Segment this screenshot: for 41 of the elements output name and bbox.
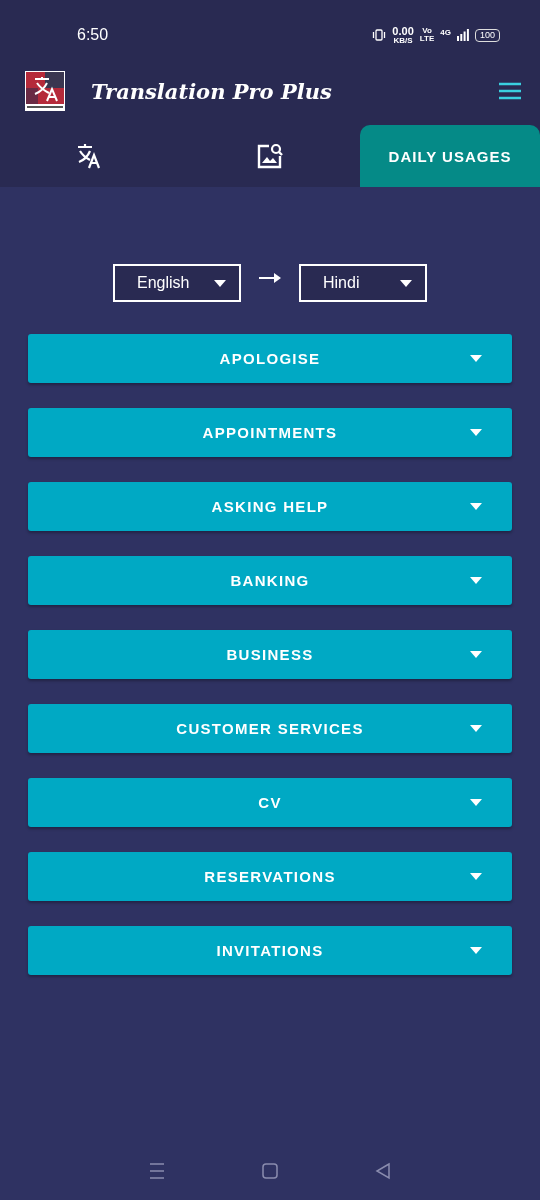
expand-caret-icon: [470, 429, 482, 436]
category-accordion[interactable]: APOLOGISE: [28, 334, 512, 383]
lte-label: LTE: [419, 35, 435, 43]
source-language-dropdown[interactable]: English: [113, 264, 241, 302]
menu-icon: [498, 82, 522, 100]
menu-button[interactable]: [498, 82, 522, 100]
daily-usages-tab[interactable]: DAILY USAGES: [360, 125, 540, 187]
target-language-dropdown[interactable]: Hindi: [299, 264, 427, 302]
volte-label: Vo: [422, 27, 432, 35]
app-title: Translation Pro Plus: [91, 78, 333, 104]
dropdown-caret-icon: [214, 279, 226, 287]
vibrate-icon: [372, 29, 387, 41]
category-accordion[interactable]: CUSTOMER SERVICES: [28, 704, 512, 753]
category-accordion[interactable]: INVITATIONS: [28, 926, 512, 975]
category-accordion[interactable]: RESERVATIONS: [28, 852, 512, 901]
category-accordion[interactable]: CV: [28, 778, 512, 827]
category-accordion[interactable]: BANKING: [28, 556, 512, 605]
speed-value: 0.00: [392, 25, 414, 37]
battery-level: 100: [474, 28, 500, 42]
logo-icon: [25, 71, 65, 111]
image-search-icon: [256, 142, 284, 170]
expand-caret-icon: [470, 799, 482, 806]
expand-caret-icon: [470, 577, 482, 584]
expand-caret-icon: [470, 355, 482, 362]
signal-icon: [456, 29, 469, 41]
arrow-right-icon: [259, 273, 281, 283]
expand-caret-icon: [470, 873, 482, 880]
back-icon[interactable]: [374, 1162, 393, 1180]
speed-unit: KB/S: [393, 36, 413, 45]
category-accordion[interactable]: ASKING HELP: [28, 482, 512, 531]
expand-caret-icon: [470, 725, 482, 732]
recent-apps-icon[interactable]: [147, 1162, 166, 1180]
status-time: 6:50: [77, 26, 109, 44]
network-label: 4G: [440, 27, 451, 37]
expand-caret-icon: [470, 503, 482, 510]
home-icon[interactable]: [261, 1162, 279, 1180]
category-accordion[interactable]: APPOINTMENTS: [28, 408, 512, 457]
category-accordion[interactable]: BUSINESS: [28, 630, 512, 679]
expand-caret-icon: [470, 947, 482, 954]
dropdown-caret-icon: [400, 279, 412, 287]
expand-caret-icon: [470, 651, 482, 658]
